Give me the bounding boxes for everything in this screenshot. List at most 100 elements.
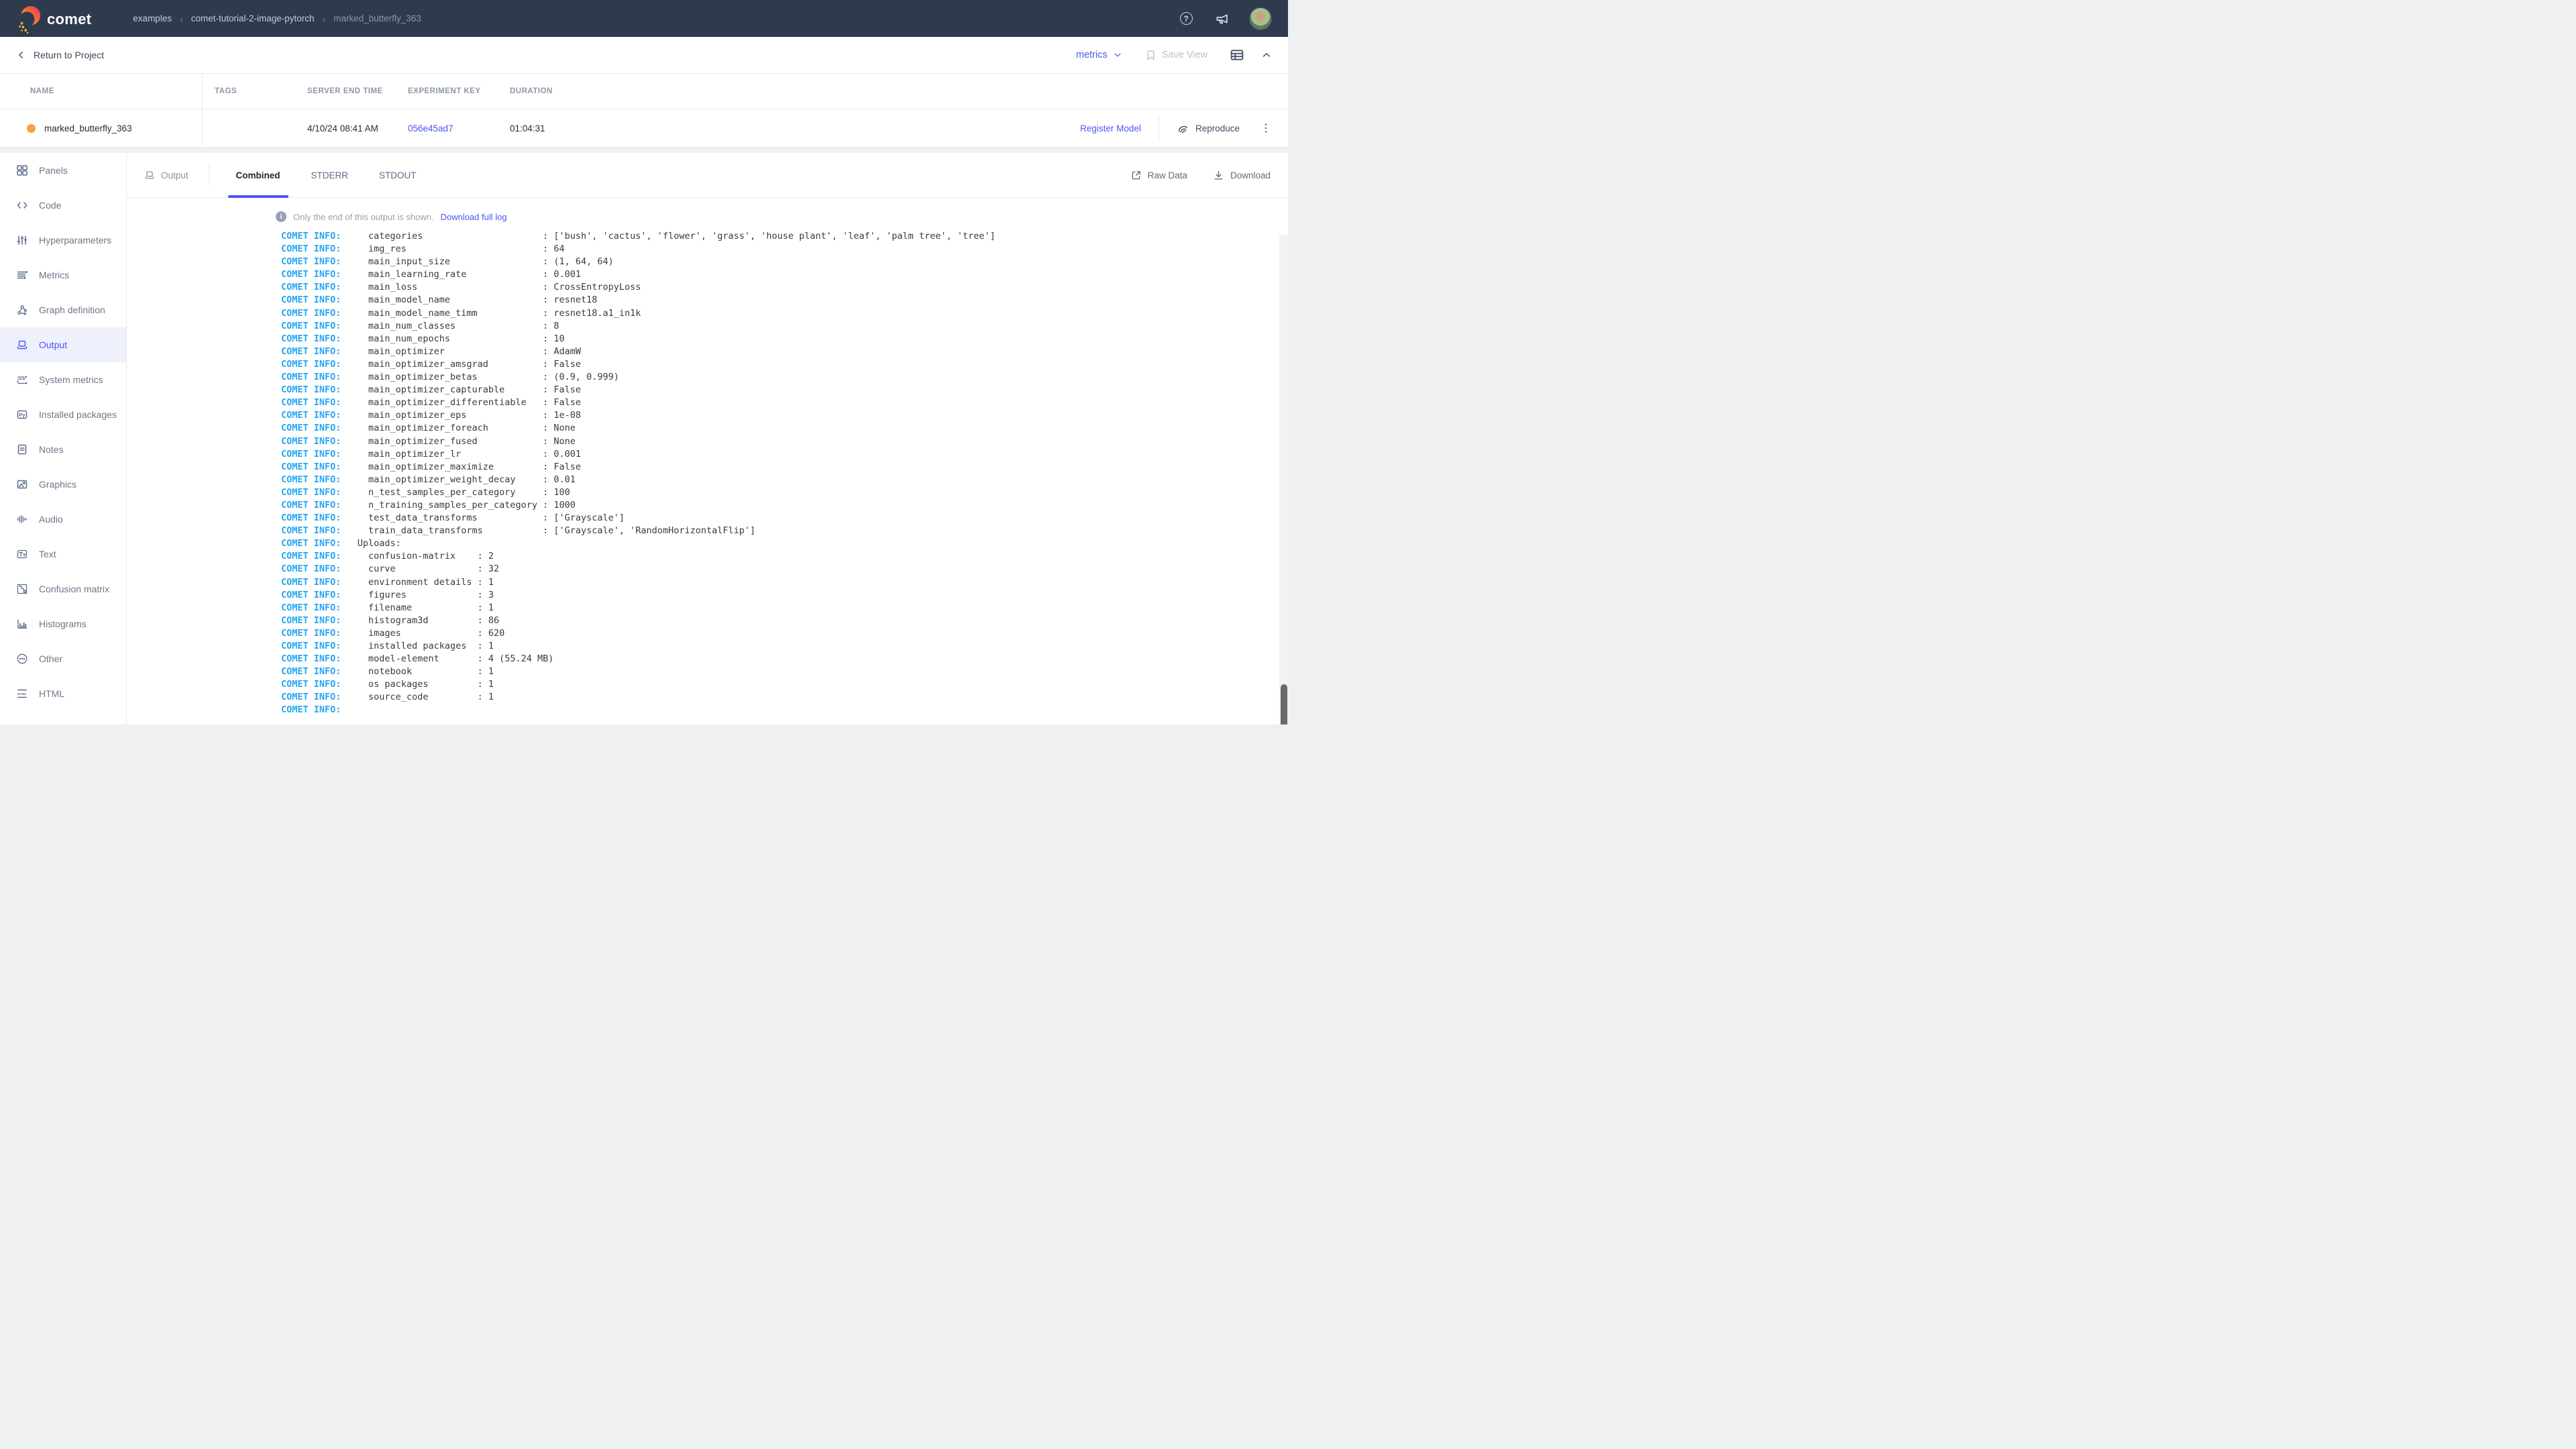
log-line: COMET INFO: main_optimizer_differentiabl… — [281, 396, 1288, 409]
log-line: COMET INFO: main_loss : CrossEntropyLoss — [281, 281, 1288, 294]
truncation-notice-text: Only the end of this output is shown. — [293, 212, 434, 222]
experiment-sidebar: Panels Code Hyperparameters Metrics Grap… — [0, 153, 127, 724]
sidebar-item-output[interactable]: Output — [0, 327, 126, 362]
column-header-tags: TAGS — [203, 87, 295, 95]
table-layout-icon — [1230, 48, 1244, 62]
log-line: COMET INFO: img_res : 64 — [281, 243, 1288, 256]
kebab-menu-icon — [1260, 122, 1272, 134]
save-view-button[interactable]: Save View — [1145, 50, 1208, 61]
metrics-list-icon — [16, 269, 28, 281]
tab-combined[interactable]: Combined — [228, 153, 288, 197]
sidebar-item-audio[interactable]: Audio — [0, 502, 126, 537]
html-icon: HTML — [16, 688, 28, 700]
sidebar-item-panels[interactable]: Panels — [0, 153, 126, 188]
sidebar-item-label: Assets & Artifacts — [39, 723, 112, 724]
log-line: COMET INFO: train_data_transforms : ['Gr… — [281, 525, 1288, 537]
log-line: COMET INFO: notebook : 1 — [281, 665, 1288, 678]
audio-waveform-icon — [16, 513, 28, 525]
announcements-button[interactable] — [1213, 9, 1232, 28]
experiment-key-link[interactable]: 056e45ad7 — [408, 123, 453, 133]
log-line: COMET INFO: main_optimizer_weight_decay … — [281, 474, 1288, 486]
output-tabs: Combined STDERR STDOUT — [228, 153, 439, 197]
chevron-down-icon — [1113, 50, 1122, 60]
column-header-server-end-time: SERVER END TIME — [295, 87, 396, 95]
sidebar-item-label: Graph definition — [39, 305, 105, 315]
experiment-row[interactable]: marked_butterfly_363 4/10/24 08:41 AM 05… — [0, 109, 1288, 148]
ellipsis-circle-icon — [16, 653, 28, 665]
log-line: COMET INFO: images : 620 — [281, 627, 1288, 640]
top-navbar: comet examples › comet-tutorial-2-image-… — [0, 0, 1288, 37]
output-panel-header: Output Combined STDERR STDOUT Raw Data D… — [127, 153, 1288, 198]
breadcrumb-project[interactable]: comet-tutorial-2-image-pytorch — [191, 13, 315, 23]
log-lines: COMET INFO: categories : ['bush', 'cactu… — [127, 222, 1288, 717]
sidebar-item-text[interactable]: Text — [0, 537, 126, 572]
download-full-log-link[interactable]: Download full log — [441, 212, 507, 222]
scrollbar-thumb[interactable] — [1281, 684, 1287, 724]
download-label: Download — [1230, 170, 1271, 180]
text-icon — [16, 548, 28, 560]
return-to-project-link[interactable]: Return to Project — [16, 50, 104, 60]
sidebar-item-confusion-matrix[interactable]: Confusion matrix — [0, 572, 126, 606]
comet-logo-icon — [16, 3, 42, 34]
vertical-scrollbar[interactable] — [1279, 235, 1288, 724]
output-panel: Output Combined STDERR STDOUT Raw Data D… — [127, 153, 1288, 724]
output-icon — [16, 339, 28, 351]
sidebar-item-code[interactable]: Code — [0, 188, 126, 223]
sidebar-item-graphics[interactable]: Graphics — [0, 467, 126, 502]
sidebar-item-notes[interactable]: Notes — [0, 432, 126, 467]
log-line: COMET INFO: main_optimizer_maximize : Fa… — [281, 461, 1288, 474]
truncation-notice: i Only the end of this output is shown. … — [276, 211, 1288, 222]
log-line: COMET INFO: main_model_name_timm : resne… — [281, 307, 1288, 320]
breadcrumb-workspace[interactable]: examples — [133, 13, 172, 23]
comet-logo[interactable]: comet — [16, 3, 91, 34]
tab-stderr[interactable]: STDERR — [303, 153, 357, 197]
sidebar-item-label: Histograms — [39, 619, 87, 629]
help-button[interactable]: ? — [1177, 9, 1195, 28]
collapse-row-button[interactable] — [1261, 50, 1272, 60]
note-icon — [16, 443, 28, 455]
tab-stdout[interactable]: STDOUT — [371, 153, 425, 197]
sidebar-item-system-metrics[interactable]: System metrics — [0, 362, 126, 397]
log-line: COMET INFO: main_model_name : resnet18 — [281, 294, 1288, 307]
experiment-toolbar: Return to Project metrics Save View — [0, 37, 1288, 74]
image-icon — [16, 478, 28, 490]
user-avatar[interactable] — [1249, 7, 1272, 30]
output-panel-title-label: Output — [161, 170, 189, 180]
reproduce-button[interactable]: Reproduce — [1177, 122, 1240, 135]
sidebar-item-installed-packages[interactable]: Py Installed packages — [0, 397, 126, 432]
table-view-button[interactable] — [1230, 48, 1244, 62]
chevron-left-icon — [16, 50, 27, 60]
divider — [0, 148, 1288, 153]
breadcrumb-experiment[interactable]: marked_butterfly_363 — [333, 13, 421, 23]
external-link-icon — [1130, 170, 1142, 181]
log-line: COMET INFO: filename : 1 — [281, 602, 1288, 614]
row-menu-button[interactable] — [1257, 119, 1275, 137]
sidebar-item-metrics[interactable]: Metrics — [0, 258, 126, 292]
register-model-button[interactable]: Register Model — [1080, 123, 1141, 133]
sidebar-item-other[interactable]: Other — [0, 641, 126, 676]
panels-icon — [16, 164, 28, 176]
download-button[interactable]: Download — [1213, 170, 1271, 181]
sidebar-item-html[interactable]: HTML HTML — [0, 676, 126, 711]
sidebar-item-label: Notes — [39, 444, 64, 455]
log-line: COMET INFO: main_optimizer_amsgrad : Fal… — [281, 358, 1288, 371]
log-line: COMET INFO: histogram3d : 86 — [281, 614, 1288, 627]
sidebar-item-graph-definition[interactable]: Graph definition — [0, 292, 126, 327]
status-dot — [27, 124, 36, 133]
log-line: COMET INFO: main_optimizer_eps : 1e-08 — [281, 409, 1288, 422]
sidebar-item-label: Text — [39, 549, 56, 559]
sidebar-item-label: HTML — [39, 688, 64, 699]
log-line: COMET INFO: main_learning_rate : 0.001 — [281, 268, 1288, 281]
view-selector-value: metrics — [1076, 50, 1108, 60]
view-selector-dropdown[interactable]: metrics — [1076, 50, 1122, 60]
sidebar-item-hyperparameters[interactable]: Hyperparameters — [0, 223, 126, 258]
sidebar-item-histograms[interactable]: Histograms — [0, 606, 126, 641]
breadcrumb-separator-icon: › — [180, 13, 183, 24]
log-line: COMET INFO: confusion-matrix : 2 — [281, 550, 1288, 563]
log-line: COMET INFO: main_num_epochs : 10 — [281, 333, 1288, 345]
output-panel-title: Output — [144, 170, 189, 180]
sidebar-item-assets-artifacts[interactable]: Assets & Artifacts — [0, 711, 126, 724]
log-line: COMET INFO: main_optimizer_capturable : … — [281, 384, 1288, 396]
megaphone-icon — [1215, 11, 1230, 26]
raw-data-button[interactable]: Raw Data — [1130, 170, 1187, 181]
